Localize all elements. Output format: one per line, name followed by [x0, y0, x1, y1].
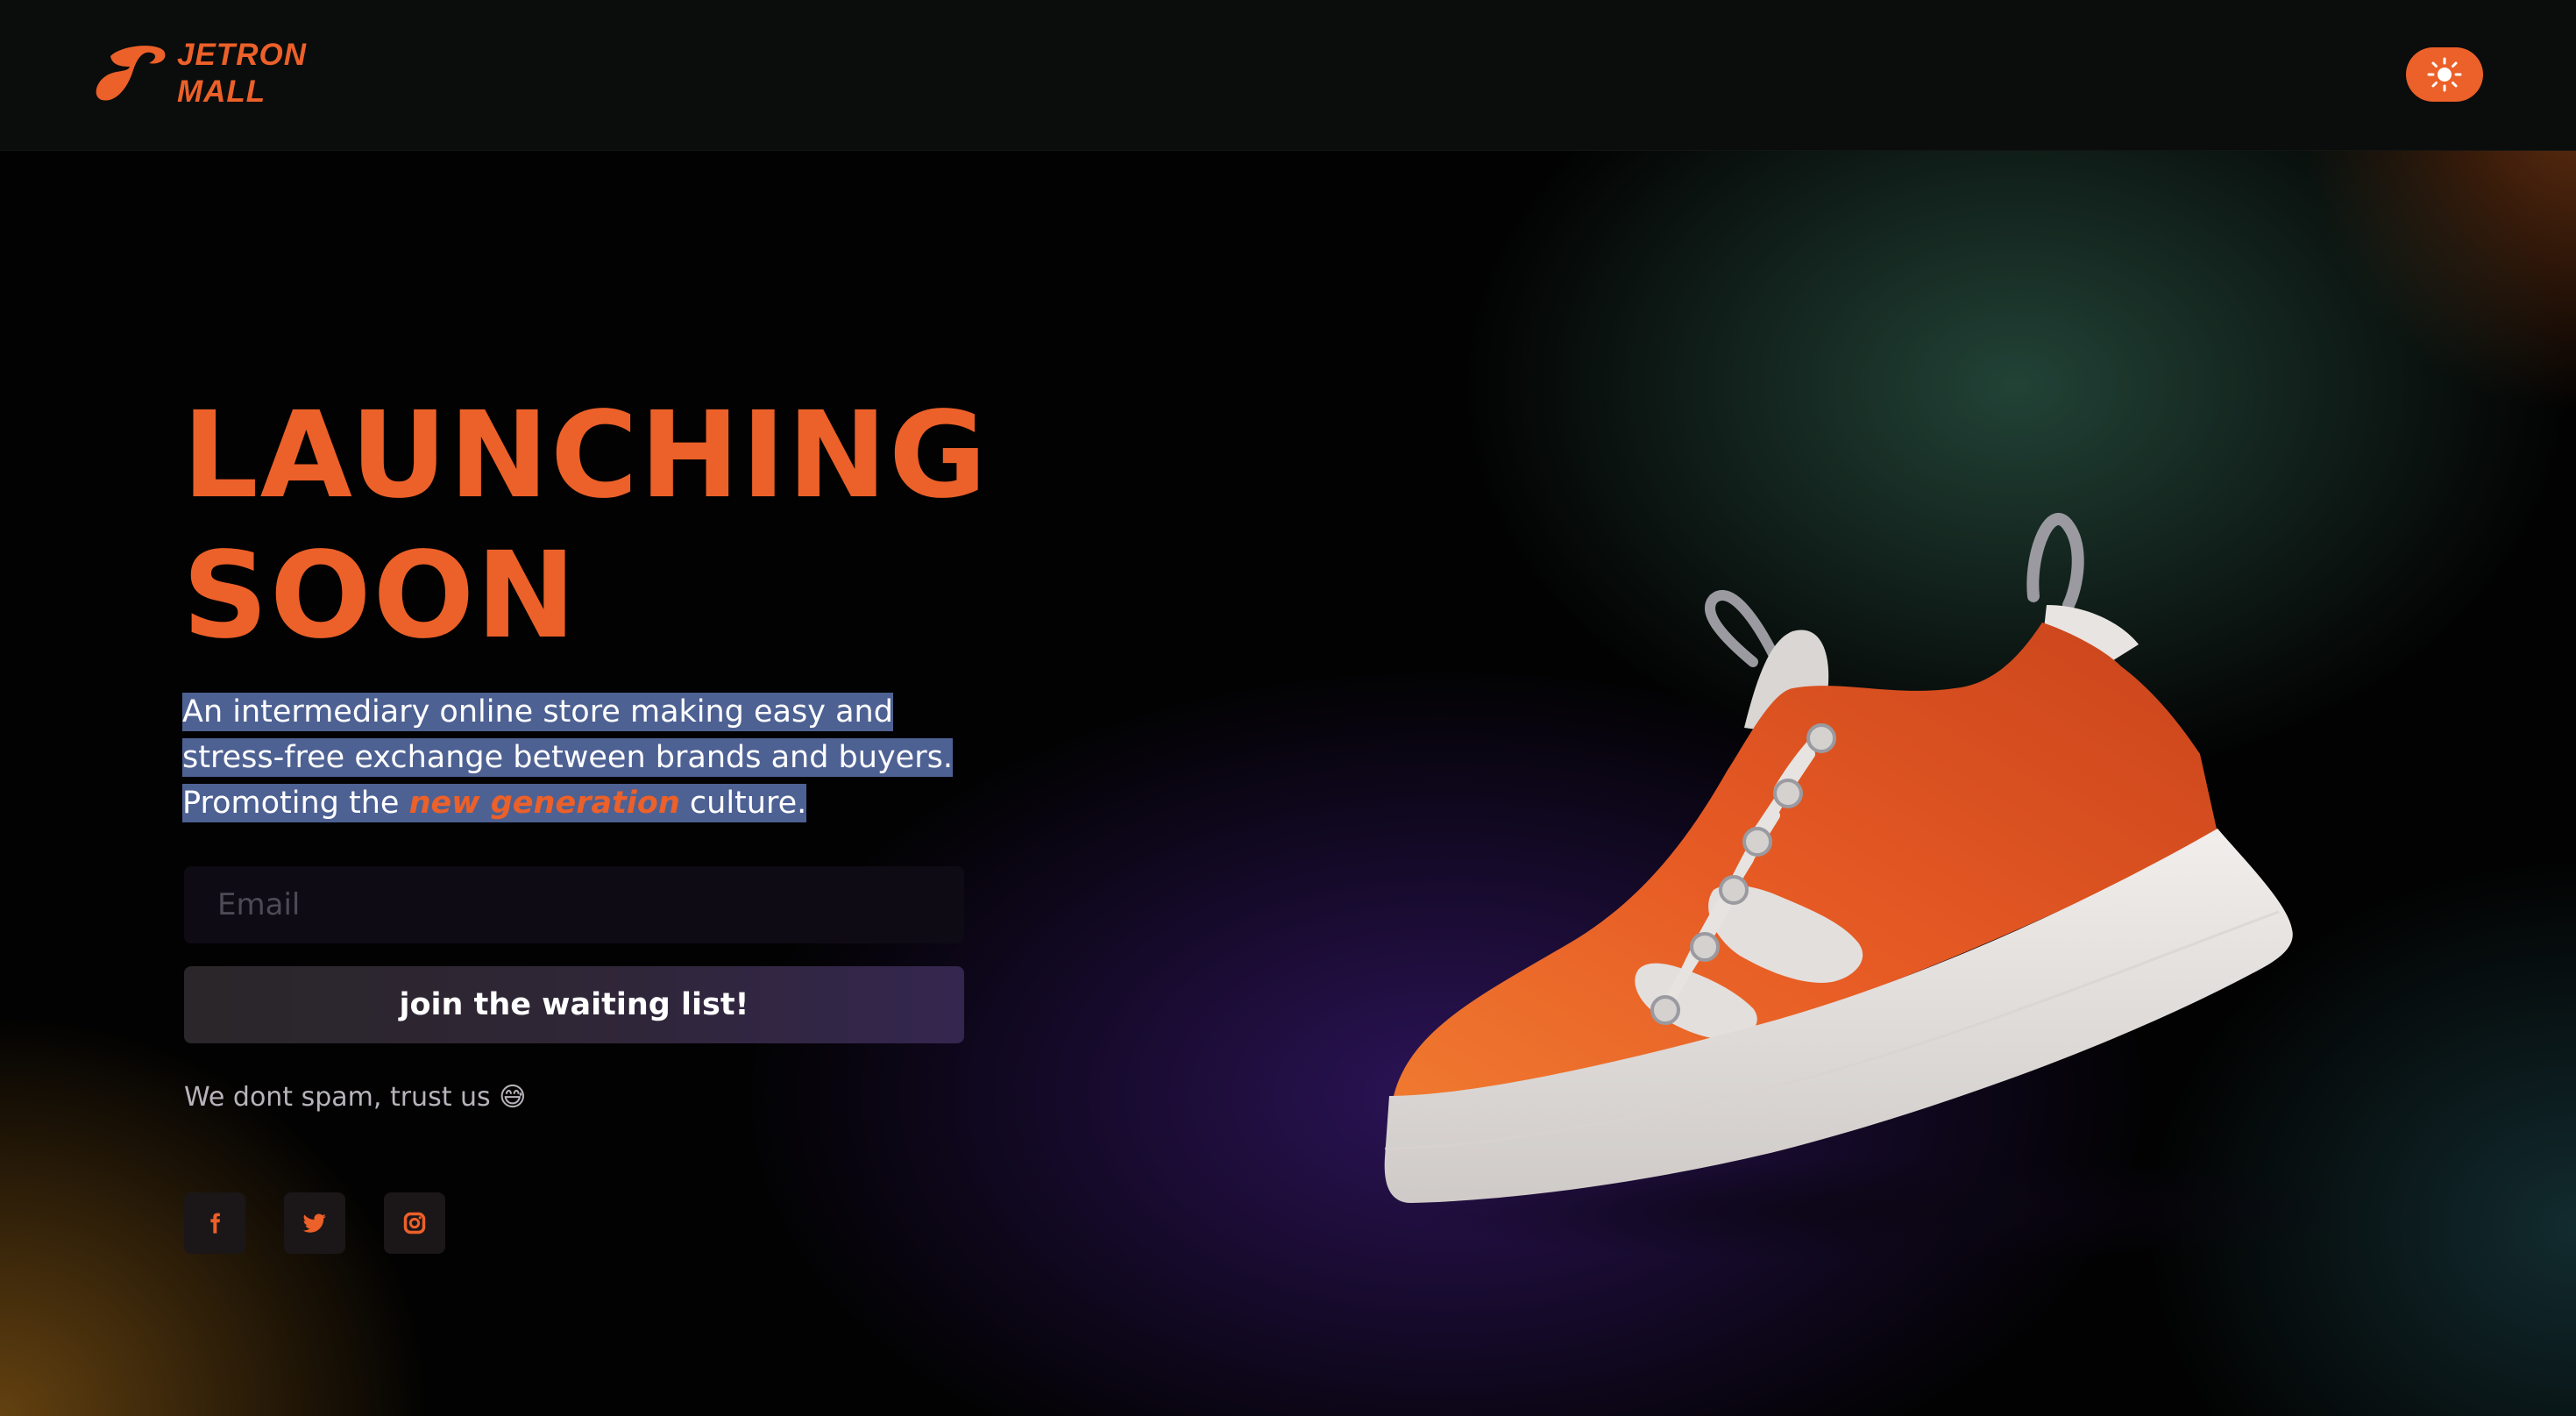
- tagline-highlight: new generation: [408, 786, 680, 821]
- brand-name: JETRON MALL: [177, 37, 307, 110]
- sun-icon: [2427, 57, 2462, 92]
- join-waitlist-button[interactable]: join the waiting list!: [184, 966, 964, 1043]
- instagram-icon: [403, 1212, 426, 1235]
- title-line-2: SOON: [182, 527, 578, 665]
- tagline: An intermediary online store making easy…: [182, 689, 971, 826]
- sneaker-image: [1315, 482, 2384, 1271]
- tagline-line-3: Promoting the new generation culture.: [182, 780, 971, 826]
- tagline-line-2: stress-free exchange between brands and …: [182, 735, 971, 780]
- tagline-text-1: An intermediary online store making easy…: [182, 693, 893, 731]
- top-header: JETRON MALL: [0, 0, 2576, 151]
- tagline-line-1: An intermediary online store making easy…: [182, 689, 971, 735]
- spam-note: We dont spam, trust us 😅: [184, 1082, 527, 1113]
- tagline-prefix: Promoting the: [182, 786, 409, 821]
- tagline-text-3: Promoting the new generation culture.: [182, 784, 807, 822]
- tagline-text-2: stress-free exchange between brands and …: [182, 738, 953, 777]
- brand-name-line2: MALL: [177, 75, 266, 109]
- title-line-1: LAUNCHING: [182, 387, 989, 525]
- brand-logo[interactable]: JETRON MALL: [93, 37, 321, 110]
- twitter-link[interactable]: [284, 1192, 345, 1254]
- facebook-link[interactable]: [184, 1192, 245, 1254]
- tagline-suffix: culture.: [679, 786, 807, 821]
- logo-mark-icon: [96, 46, 166, 101]
- brand-name-line1: JETRON: [177, 38, 307, 72]
- page-title: LAUNCHING SOON: [182, 386, 989, 666]
- theme-toggle-button[interactable]: [2406, 47, 2483, 102]
- email-input[interactable]: [184, 866, 964, 943]
- twitter-icon: [302, 1213, 326, 1233]
- instagram-link[interactable]: [384, 1192, 445, 1254]
- facebook-icon: [210, 1213, 220, 1234]
